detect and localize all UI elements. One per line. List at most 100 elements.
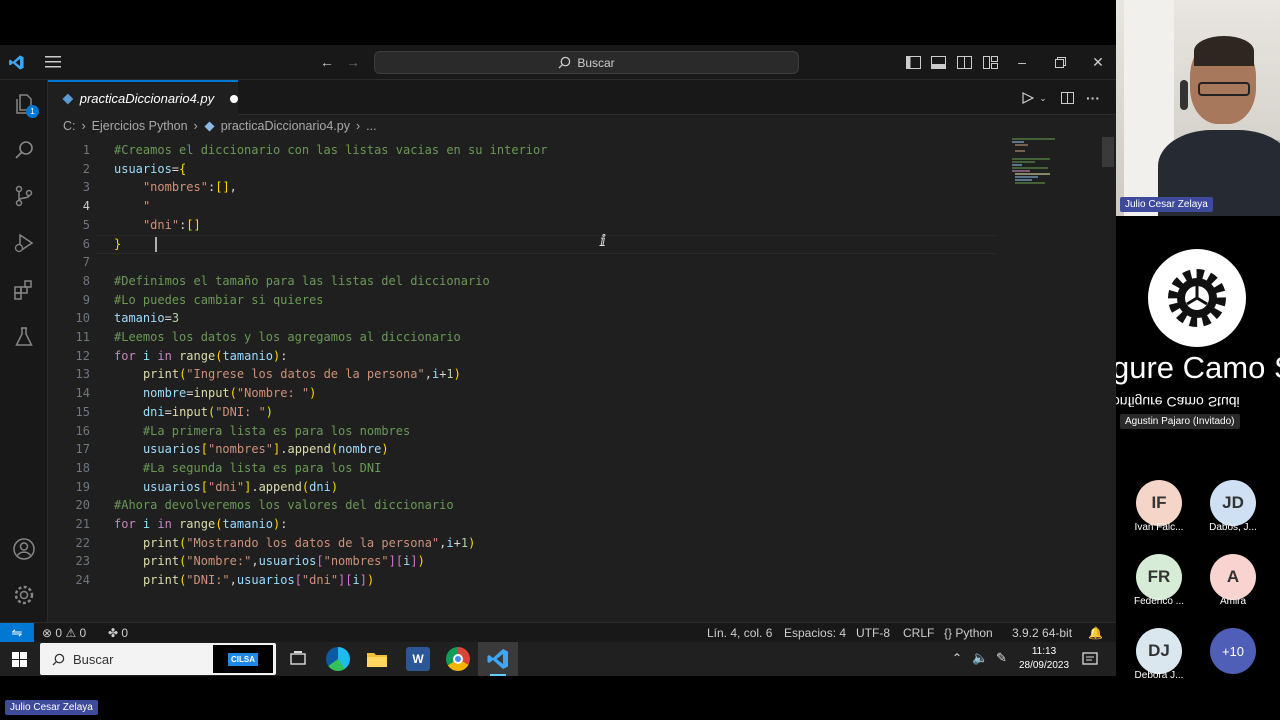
code-line[interactable]: 8 #Definimos el tamaño para las listas de… <box>48 272 1048 291</box>
line-number: 23 <box>75 554 90 569</box>
line-number: 12 <box>75 348 90 363</box>
participant-avatar[interactable]: FR <box>1136 554 1182 600</box>
minimap[interactable] <box>1010 137 1070 187</box>
edge-browser-icon[interactable] <box>326 647 350 671</box>
ports-indicator[interactable]: ✤ 0 <box>108 623 128 643</box>
participant-avatar[interactable]: IF <box>1136 480 1182 526</box>
participant-avatar[interactable]: +10 <box>1210 628 1256 674</box>
code-line[interactable]: 19 usuarios["dni"].append(dni) <box>48 478 1048 497</box>
participant-avatar[interactable]: DJ <box>1136 628 1182 674</box>
unsaved-dot-icon[interactable] <box>230 94 238 103</box>
vscode-task-active[interactable] <box>478 642 518 676</box>
camo-gear-logo <box>1148 249 1246 347</box>
restore-icon[interactable] <box>1050 51 1070 73</box>
code-line[interactable]: 24 print("DNI:",usuarios["dni"][i]) <box>48 571 1048 590</box>
code-editor[interactable]: 1 #Creamos el diccionario con las listas … <box>48 137 1116 627</box>
tray-chevron-up-icon[interactable]: ⌃ <box>952 651 962 665</box>
extensions-icon[interactable] <box>12 278 36 302</box>
line-number: 4 <box>82 199 90 214</box>
customize-layout-icon[interactable] <box>981 51 999 73</box>
code-line[interactable]: 16 #La primera lista es para los nombres <box>48 422 1048 441</box>
split-editor-icon[interactable] <box>1059 87 1075 109</box>
explorer-icon[interactable]: 1 <box>12 92 39 118</box>
search-icon <box>52 653 65 666</box>
indentation[interactable]: Espacios: 4 <box>784 623 846 643</box>
task-view-icon[interactable] <box>286 647 310 671</box>
cursor-position[interactable]: Lín. 4, col. 6 <box>707 623 772 643</box>
toggle-sidebar-icon[interactable] <box>904 51 922 73</box>
encoding[interactable]: UTF-8 <box>856 623 890 643</box>
clock[interactable]: 11:13 28/09/2023 <box>1018 645 1070 673</box>
pen-icon[interactable]: ✎ <box>996 650 1007 666</box>
testing-flask-icon[interactable] <box>12 325 36 349</box>
participant-avatar[interactable]: A <box>1210 554 1256 600</box>
breadcrumb-more[interactable]: ... <box>366 119 376 133</box>
chrome-icon[interactable] <box>446 647 470 671</box>
line-number: 11 <box>75 330 90 344</box>
remote-window-icon[interactable]: ⇋ <box>0 623 34 643</box>
line-number: 21 <box>75 517 90 531</box>
accounts-icon[interactable] <box>12 537 36 561</box>
line-code: #Lo puedes cambiar si quieres <box>114 292 324 307</box>
code-line[interactable]: 12 for i in range(tamanio): <box>48 347 1048 366</box>
notification-center-icon[interactable] <box>1082 651 1098 672</box>
close-icon[interactable]: ✕ <box>1088 51 1108 73</box>
toggle-panel-icon[interactable] <box>929 51 947 73</box>
presenter-name-tag: Julio Cesar Zelaya <box>1120 197 1213 212</box>
back-arrow-icon[interactable]: ← <box>318 51 336 73</box>
code-line[interactable]: 4 " <box>48 197 1048 216</box>
speaker-icon[interactable]: 🔈 <box>972 650 988 666</box>
more-actions-icon[interactable]: ··· <box>1084 87 1102 109</box>
code-line[interactable]: 15 dni=input("DNI: ") <box>48 403 1048 422</box>
problems-indicator[interactable]: ⊗ 0 ⚠ 0 <box>42 623 86 643</box>
code-line[interactable]: 9 #Lo puedes cambiar si quieres <box>48 291 1048 310</box>
forward-arrow-icon[interactable]: → <box>344 51 362 73</box>
code-line[interactable]: 21 for i in range(tamanio): <box>48 515 1048 534</box>
run-debug-icon[interactable] <box>12 231 36 255</box>
code-line[interactable]: 14 nombre=input("Nombre: ") <box>48 384 1048 403</box>
code-line[interactable]: 5 "dni":[] <box>48 216 1048 235</box>
breadcrumb-folder[interactable]: Ejercicios Python <box>92 119 188 133</box>
python-interpreter[interactable]: 3.9.2 64-bit <box>1012 623 1072 643</box>
line-number: 22 <box>75 535 90 550</box>
taskbar-search-input[interactable]: Buscar CILSA <box>40 643 276 675</box>
code-line[interactable]: 1 #Creamos el diccionario con las listas … <box>48 141 1048 160</box>
line-code: #La primera lista es para los nombres <box>142 423 411 438</box>
code-line[interactable]: 11 #Leemos los datos y los agregamos al d… <box>48 328 1048 347</box>
menu-icon[interactable] <box>42 51 64 73</box>
breadcrumb-drive[interactable]: C: <box>63 119 76 133</box>
minimize-icon[interactable]: – <box>1012 51 1032 73</box>
run-python-icon[interactable] <box>1020 87 1036 109</box>
word-icon[interactable]: W <box>406 647 430 671</box>
settings-gear-icon[interactable] <box>12 583 36 607</box>
search-icon[interactable] <box>12 138 36 162</box>
end-of-line[interactable]: CRLF <box>903 623 934 643</box>
code-line[interactable]: 10 tamanio=3 <box>48 309 1048 328</box>
toggle-secondary-sidebar-icon[interactable] <box>955 51 973 73</box>
code-line[interactable]: 2 usuarios={ <box>48 160 1048 179</box>
line-number: 5 <box>82 217 90 232</box>
clock-date: 28/09/2023 <box>1018 660 1070 671</box>
tab-practicadiccionario4[interactable]: practicaDiccionario4.py <box>48 80 238 115</box>
participant-name: Debora J... <box>1134 670 1184 681</box>
code-line[interactable]: 20 #Ahora devolveremos los valores del di… <box>48 496 1048 515</box>
code-line[interactable]: 22 print("Mostrando los datos de la pers… <box>48 534 1048 553</box>
command-search-input[interactable]: Buscar <box>374 51 799 74</box>
code-line[interactable]: 7 <box>48 253 1048 272</box>
code-line[interactable]: 13 print("Ingrese los datos de la person… <box>48 365 1048 384</box>
participant-avatar[interactable]: JD <box>1210 480 1256 526</box>
code-line[interactable]: 17 usuarios["nombres"].append(nombre) <box>48 440 1048 459</box>
language-mode[interactable]: {} Python <box>944 623 993 643</box>
code-line[interactable]: 3 "nombres":[], <box>48 178 1048 197</box>
participant-name: Ivan Falc... <box>1134 522 1184 533</box>
code-line[interactable]: 23 print("Nombre:",usuarios["nombres"][i… <box>48 552 1048 571</box>
vertical-scrollbar[interactable] <box>1102 137 1114 167</box>
source-control-icon[interactable] <box>12 184 36 208</box>
run-dropdown-chevron-icon[interactable]: ⌄ <box>1038 87 1048 109</box>
self-name-tag: Julio Cesar Zelaya <box>5 700 98 715</box>
windows-start-icon[interactable] <box>12 652 27 672</box>
breadcrumb-file[interactable]: practicaDiccionario4.py <box>221 119 350 133</box>
code-line[interactable]: 18 #La segunda lista es para los DNI <box>48 459 1048 478</box>
notifications-bell-icon[interactable]: 🔔 <box>1088 623 1103 643</box>
file-explorer-icon[interactable] <box>365 647 389 671</box>
